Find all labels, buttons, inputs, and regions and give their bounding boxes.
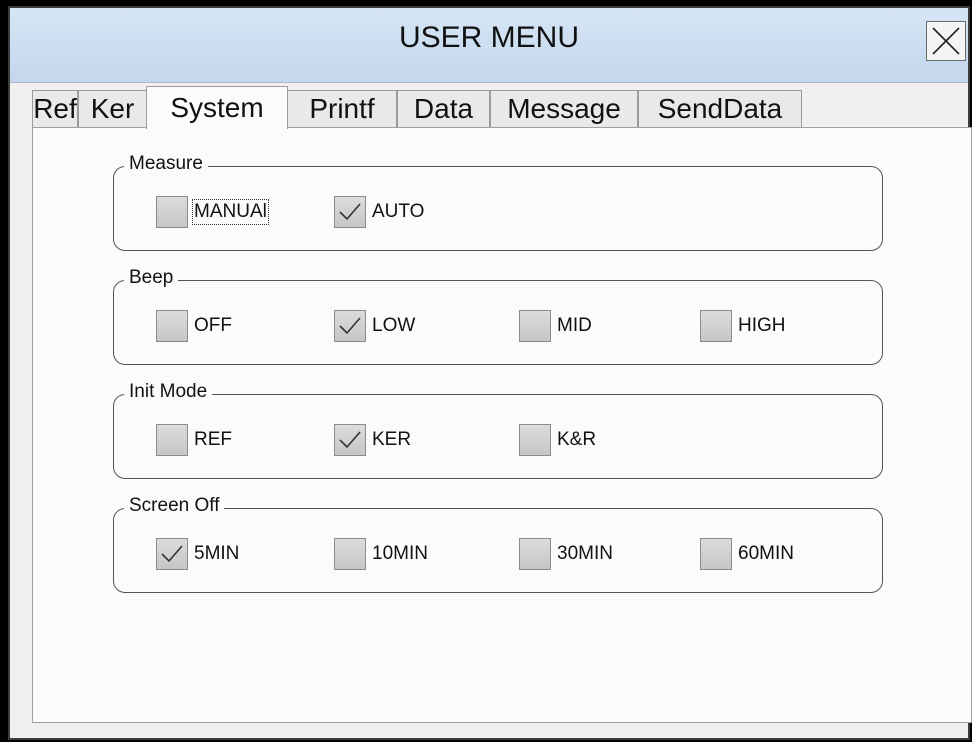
tab-senddata[interactable]: SendData: [638, 90, 802, 128]
window-title: USER MENU: [398, 21, 579, 54]
checkbox-label: 5MIN: [194, 543, 240, 564]
checkbox-box: [519, 424, 551, 456]
checkbox-label: REF: [194, 429, 232, 450]
beep-group: Beep OFF LOW MID HIGH: [113, 267, 883, 365]
checkmark-icon: [161, 545, 183, 563]
checkbox-box: [334, 424, 366, 456]
init-mode-group-label: Init Mode: [124, 381, 213, 403]
checkmark-icon: [339, 431, 361, 449]
checkmark-icon: [339, 203, 361, 221]
checkbox-box: [519, 538, 551, 570]
system-settings-panel: Measure MANUAl AUTO Beep OFF LOW MID HIG…: [32, 127, 972, 723]
tab-message[interactable]: Message: [490, 90, 638, 128]
checkbox-label: OFF: [194, 315, 232, 336]
checkbox-box: [519, 310, 551, 342]
checkbox-box: [156, 310, 188, 342]
checkbox-box: [334, 196, 366, 228]
checkbox-box: [334, 310, 366, 342]
checkbox-box: [156, 538, 188, 570]
tab-system[interactable]: System: [146, 86, 288, 129]
tab-ker[interactable]: Ker: [78, 90, 147, 128]
checkbox-label: HIGH: [738, 315, 786, 336]
checkmark-icon: [339, 317, 361, 335]
title-bar: USER MENU: [10, 8, 968, 83]
measure-group: Measure MANUAl AUTO: [113, 153, 883, 251]
checkbox-label: AUTO: [372, 201, 425, 222]
screen-off-group-label: Screen Off: [124, 495, 225, 517]
checkbox-label: MID: [557, 315, 592, 336]
close-button[interactable]: [926, 21, 966, 61]
checkbox-box: [334, 538, 366, 570]
checkbox-label: K&R: [557, 429, 597, 450]
checkbox-box: [156, 196, 188, 228]
checkbox-box: [156, 424, 188, 456]
checkbox-label: LOW: [372, 315, 416, 336]
close-icon: [932, 27, 960, 55]
checkbox-label: 30MIN: [557, 543, 613, 564]
tab-printf[interactable]: Printf: [287, 90, 397, 128]
measure-group-label: Measure: [124, 153, 208, 175]
checkbox-label: 60MIN: [738, 543, 794, 564]
checkbox-box: [700, 538, 732, 570]
user-menu-window: USER MENU Ref Ker System Printf Data Mes…: [8, 6, 972, 740]
checkbox-label: KER: [372, 429, 412, 450]
beep-group-label: Beep: [124, 267, 179, 289]
checkbox-box: [700, 310, 732, 342]
tab-ref[interactable]: Ref: [32, 90, 78, 128]
tab-data[interactable]: Data: [397, 90, 490, 128]
checkbox-label: 10MIN: [372, 543, 428, 564]
checkbox-label: MANUAl: [192, 199, 269, 225]
init-mode-group: Init Mode REF KER K&R: [113, 381, 883, 479]
screen-off-group: Screen Off 5MIN 10MIN 30MIN 60MIN: [113, 495, 883, 593]
